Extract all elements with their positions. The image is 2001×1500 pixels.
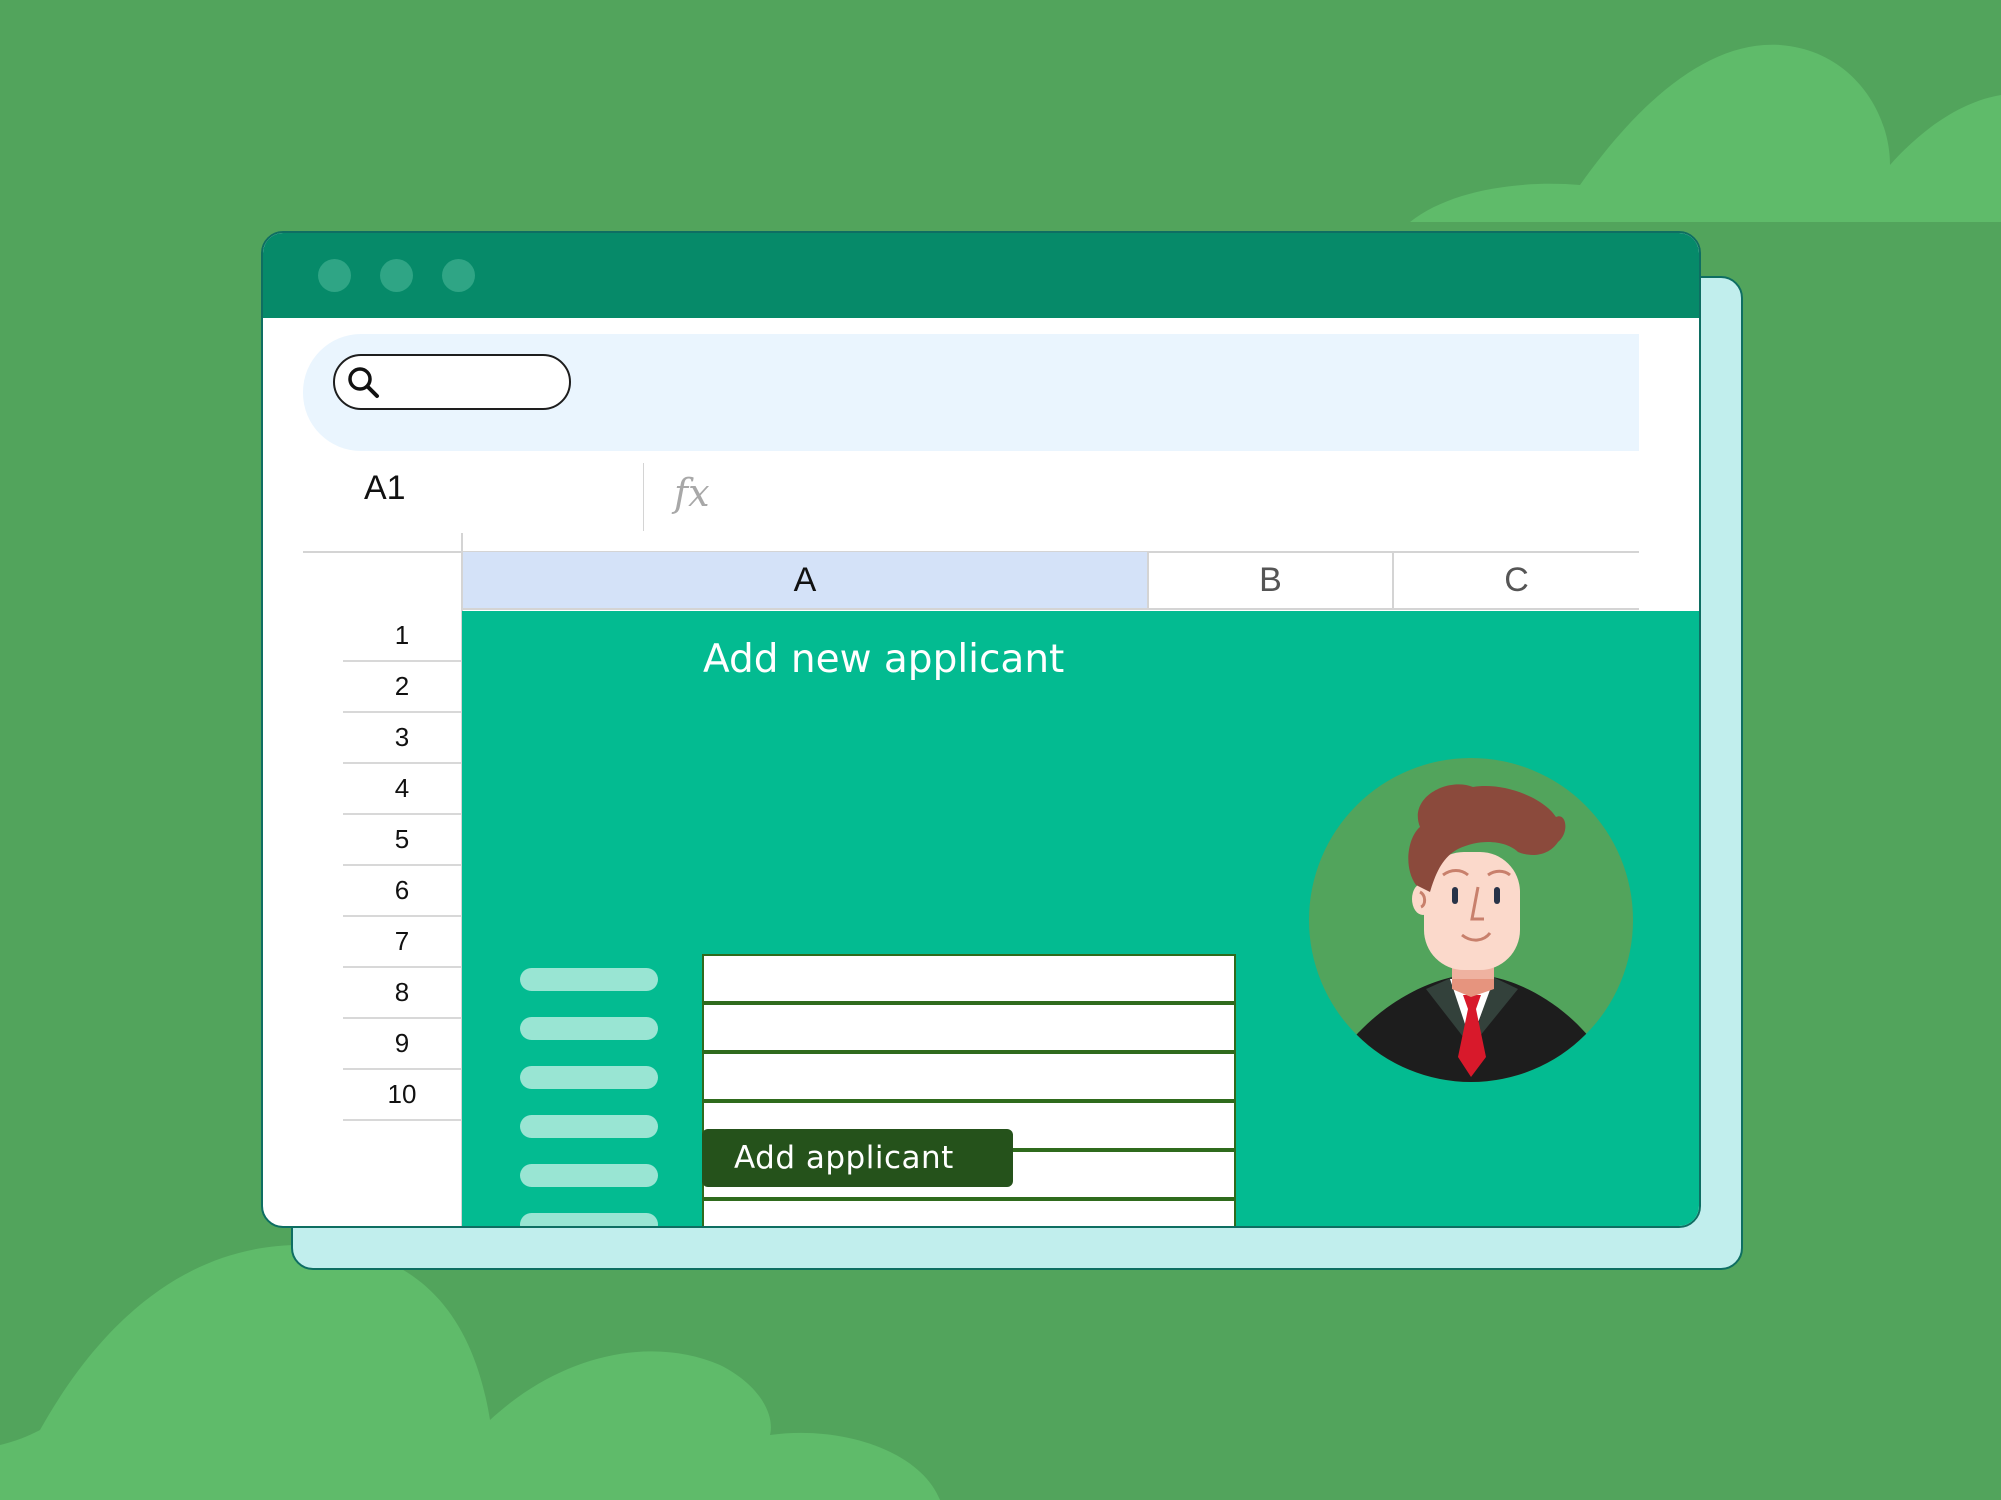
field-label-placeholder — [520, 1066, 658, 1089]
fx-icon[interactable]: fx — [674, 471, 710, 515]
spreadsheet-window: A1 fx A B C 1 2 3 4 5 6 7 8 9 10 Add new… — [261, 231, 1701, 1228]
field-label-placeholder — [520, 1164, 658, 1187]
cell-reference-box[interactable]: A1 — [364, 469, 406, 508]
field-label-placeholder — [520, 968, 658, 991]
field-label-placeholder — [520, 1213, 658, 1226]
window-control-close[interactable] — [318, 259, 351, 292]
row-header-4[interactable]: 4 — [343, 764, 461, 815]
window-control-minimize[interactable] — [380, 259, 413, 292]
window-control-maximize[interactable] — [442, 259, 475, 292]
row-header-5[interactable]: 5 — [343, 815, 461, 866]
row-header-2[interactable]: 2 — [343, 662, 461, 713]
column-header-b[interactable]: B — [1147, 552, 1392, 610]
add-applicant-button[interactable]: Add applicant — [702, 1129, 1013, 1187]
form-field-2[interactable] — [702, 1003, 1236, 1052]
row-header-8[interactable]: 8 — [343, 968, 461, 1019]
column-header-c[interactable]: C — [1392, 552, 1639, 610]
form-field-3[interactable] — [702, 1052, 1236, 1101]
bush-bottom-left — [0, 1245, 940, 1500]
row-header-7[interactable]: 7 — [343, 917, 461, 968]
title-bar — [263, 233, 1699, 318]
field-label-placeholder — [520, 1115, 658, 1138]
toolbar — [303, 334, 1639, 451]
row-header-3[interactable]: 3 — [343, 713, 461, 764]
formula-separator — [643, 463, 644, 531]
row-header-6[interactable]: 6 — [343, 866, 461, 917]
form-title: Add new applicant — [703, 637, 1065, 682]
form-field-1[interactable] — [702, 954, 1236, 1003]
search-input[interactable] — [333, 354, 571, 410]
field-label-placeholder — [520, 1017, 658, 1040]
row-header-1[interactable]: 1 — [343, 611, 461, 662]
bush-top-right — [1410, 44, 2001, 222]
column-header-a[interactable]: A — [461, 552, 1147, 610]
applicant-avatar — [1309, 758, 1633, 1082]
form-field-6[interactable] — [702, 1199, 1236, 1226]
applicant-form: Add new applicant Add applicant — [462, 611, 1699, 1226]
row-header-10[interactable]: 10 — [343, 1070, 461, 1121]
search-icon — [348, 367, 379, 398]
row-header-9[interactable]: 9 — [343, 1019, 461, 1070]
